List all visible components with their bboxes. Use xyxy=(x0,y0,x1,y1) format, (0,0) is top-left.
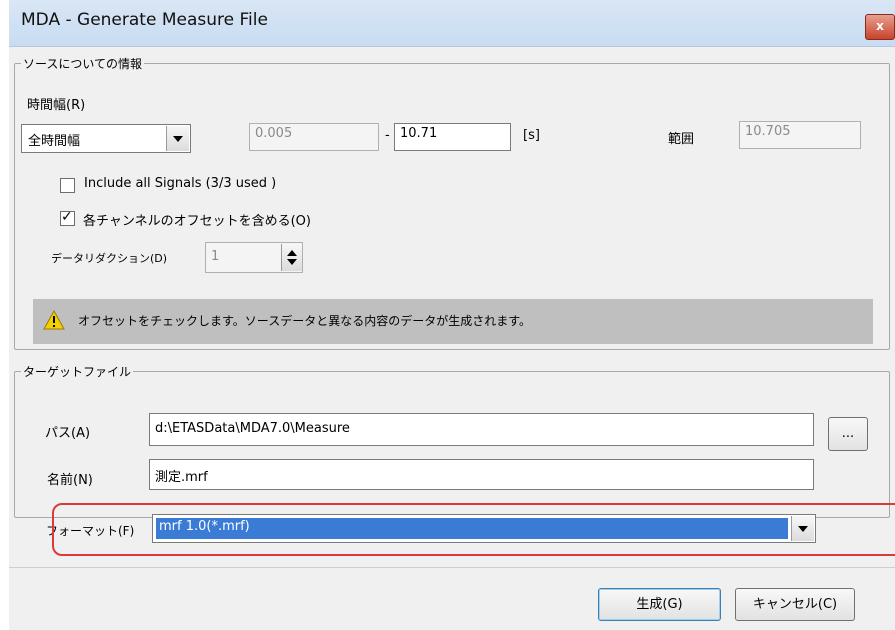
range-separator: - xyxy=(385,128,390,143)
include-all-signals-label[interactable]: Include all Signals (3/3 used ) xyxy=(84,176,276,191)
warning-message: オフセットをチェックします。ソースデータと異なる内容のデータが生成されます。 xyxy=(78,314,532,328)
time-range-label: 時間幅(R) xyxy=(27,98,86,113)
include-offsets-label[interactable]: 各チャンネルのオフセットを含める(O) xyxy=(83,210,311,229)
close-button[interactable]: x xyxy=(865,14,895,40)
time-range-dropdown-button[interactable] xyxy=(166,126,189,151)
dialog-body: ソースについての情報 時間幅(R) 全時間幅 0.005 - 10.71 [s]… xyxy=(9,47,895,630)
cancel-button[interactable]: キャンセル(C) xyxy=(735,588,855,621)
data-reduction-stepper[interactable] xyxy=(281,244,302,271)
end-time-field[interactable]: 10.71 xyxy=(394,123,511,151)
source-info-legend: ソースについての情報 xyxy=(21,55,145,72)
range-value-field: 10.705 xyxy=(739,121,861,149)
chevron-down-icon xyxy=(173,136,183,142)
window-title: MDA - Generate Measure File xyxy=(21,10,268,30)
browse-button[interactable]: ... xyxy=(828,417,868,451)
include-all-signals-checkbox[interactable] xyxy=(60,178,75,193)
generate-button[interactable]: 生成(G) xyxy=(598,588,721,621)
start-time-field[interactable]: 0.005 xyxy=(249,123,379,151)
check-mark-icon: ✓ xyxy=(61,209,73,225)
path-field[interactable]: d:\ETASData\MDA7.0\Measure xyxy=(149,413,814,446)
dialog-window: MDA - Generate Measure File x ソースについての情報… xyxy=(9,0,895,630)
time-range-select[interactable]: 全時間幅 xyxy=(21,124,191,153)
range-label: 範囲 xyxy=(668,132,695,147)
data-reduction-label: データリダクション(D) xyxy=(51,252,168,265)
format-annotation-highlight xyxy=(52,503,895,556)
warning-bar: オフセットをチェックします。ソースデータと異なる内容のデータが生成されます。 xyxy=(33,299,873,344)
footer-divider xyxy=(9,567,895,568)
warning-icon xyxy=(43,310,65,330)
title-bar: MDA - Generate Measure File x xyxy=(9,0,895,47)
path-label: パス(A) xyxy=(45,426,91,441)
include-offsets-checkbox[interactable]: ✓ xyxy=(60,209,75,226)
name-field[interactable]: 測定.mrf xyxy=(149,459,814,490)
spin-up-icon[interactable] xyxy=(287,250,297,256)
time-range-select-value: 全時間幅 xyxy=(28,134,81,149)
name-label: 名前(N) xyxy=(47,473,93,488)
target-file-legend: ターゲットファイル xyxy=(21,363,134,380)
time-unit-label: [s] xyxy=(523,128,540,143)
spin-down-icon[interactable] xyxy=(287,259,297,265)
